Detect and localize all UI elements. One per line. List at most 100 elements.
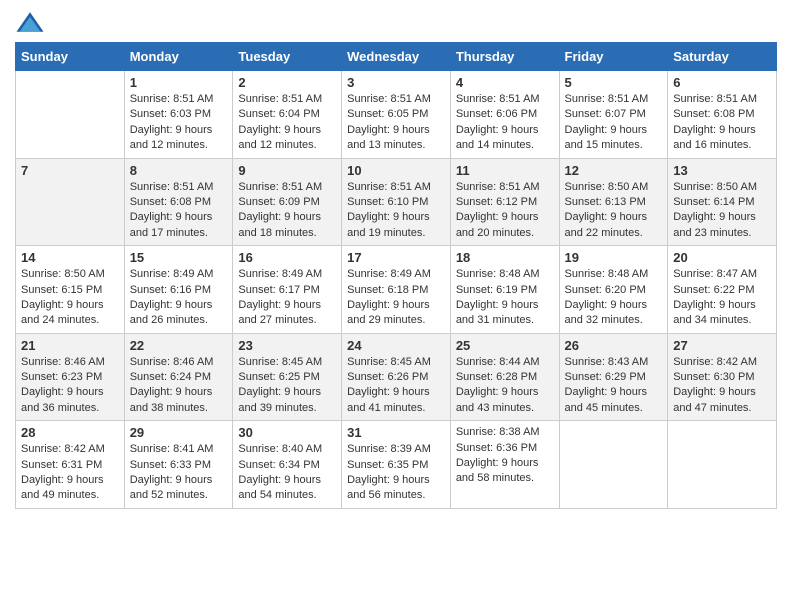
day-info: Sunrise: 8:51 AM Sunset: 6:08 PM Dayligh… (130, 180, 228, 242)
day-number: 4 (456, 75, 554, 90)
calendar-cell: 2 Sunrise: 8:51 AM Sunset: 6:04 PM Daylig… (233, 71, 342, 159)
day-info: Sunrise: 8:42 AM Sunset: 6:30 PM Dayligh… (673, 355, 771, 417)
day-number: 26 (565, 338, 663, 353)
day-number: 24 (347, 338, 445, 353)
day-number: 13 (673, 163, 771, 178)
calendar-cell: 31 Sunrise: 8:39 AM Sunset: 6:35 PM Dayli… (342, 421, 451, 509)
day-info: Sunrise: 8:41 AM Sunset: 6:33 PM Dayligh… (130, 442, 228, 504)
calendar-cell: 11 Sunrise: 8:51 AM Sunset: 6:12 PM Dayli… (450, 158, 559, 246)
day-number: 3 (347, 75, 445, 90)
day-info: Sunrise: 8:46 AM Sunset: 6:24 PM Dayligh… (130, 355, 228, 417)
calendar-cell: 3 Sunrise: 8:51 AM Sunset: 6:05 PM Daylig… (342, 71, 451, 159)
day-number: 10 (347, 163, 445, 178)
day-info: Sunrise: 8:51 AM Sunset: 6:10 PM Dayligh… (347, 180, 445, 242)
day-number: 25 (456, 338, 554, 353)
day-info: Sunrise: 8:50 AM Sunset: 6:13 PM Dayligh… (565, 180, 663, 242)
calendar-cell: 28Sunrise: 8:42 AM Sunset: 6:31 PM Dayli… (16, 421, 125, 509)
calendar-header-wednesday: Wednesday (342, 43, 451, 71)
day-info: Sunrise: 8:44 AM Sunset: 6:28 PM Dayligh… (456, 355, 554, 417)
day-info: Sunrise: 8:39 AM Sunset: 6:35 PM Dayligh… (347, 442, 445, 504)
calendar-cell: 5 Sunrise: 8:51 AM Sunset: 6:07 PM Daylig… (559, 71, 668, 159)
calendar-cell: 25 Sunrise: 8:44 AM Sunset: 6:28 PM Dayli… (450, 333, 559, 421)
day-number: 21 (21, 338, 119, 353)
calendar-header-row: SundayMondayTuesdayWednesdayThursdayFrid… (16, 43, 777, 71)
calendar-header-tuesday: Tuesday (233, 43, 342, 71)
calendar-cell: 15 Sunrise: 8:49 AM Sunset: 6:16 PM Dayli… (124, 246, 233, 334)
day-info: Sunrise: 8:51 AM Sunset: 6:03 PM Dayligh… (130, 92, 228, 154)
day-number: 11 (456, 163, 554, 178)
calendar-header-saturday: Saturday (668, 43, 777, 71)
calendar-week-row: 21 Sunrise: 8:46 AM Sunset: 6:23 PM Dayli… (16, 333, 777, 421)
calendar-cell: Sunrise: 8:38 AM Sunset: 6:36 PM Dayligh… (450, 421, 559, 509)
day-number: 2 (238, 75, 336, 90)
calendar-cell: 26 Sunrise: 8:43 AM Sunset: 6:29 PM Dayli… (559, 333, 668, 421)
calendar-cell: 23 Sunrise: 8:45 AM Sunset: 6:25 PM Dayli… (233, 333, 342, 421)
day-number: 27 (673, 338, 771, 353)
day-info: Sunrise: 8:51 AM Sunset: 6:12 PM Dayligh… (456, 180, 554, 242)
calendar-header-friday: Friday (559, 43, 668, 71)
calendar-cell: 18Sunrise: 8:48 AM Sunset: 6:19 PM Dayli… (450, 246, 559, 334)
day-number: 19 (565, 250, 663, 265)
day-number: 17 (347, 250, 445, 265)
day-info: Sunrise: 8:45 AM Sunset: 6:26 PM Dayligh… (347, 355, 445, 417)
day-info: Sunrise: 8:51 AM Sunset: 6:09 PM Dayligh… (238, 180, 336, 242)
calendar-cell (16, 71, 125, 159)
day-number: 6 (673, 75, 771, 90)
logo (15, 10, 49, 34)
day-number: 31 (347, 425, 445, 440)
day-info: Sunrise: 8:50 AM Sunset: 6:15 PM Dayligh… (21, 267, 119, 329)
day-info: Sunrise: 8:51 AM Sunset: 6:05 PM Dayligh… (347, 92, 445, 154)
day-info: Sunrise: 8:51 AM Sunset: 6:04 PM Dayligh… (238, 92, 336, 154)
day-number: 14 (21, 250, 119, 265)
calendar-cell: 8 Sunrise: 8:51 AM Sunset: 6:08 PM Daylig… (124, 158, 233, 246)
day-number: 7 (21, 163, 119, 178)
day-info: Sunrise: 8:38 AM Sunset: 6:36 PM Dayligh… (456, 425, 554, 487)
calendar-cell: 4 Sunrise: 8:51 AM Sunset: 6:06 PM Daylig… (450, 71, 559, 159)
calendar-cell: 7 (16, 158, 125, 246)
day-number: 30 (238, 425, 336, 440)
day-number: 9 (238, 163, 336, 178)
day-number: 5 (565, 75, 663, 90)
day-info: Sunrise: 8:49 AM Sunset: 6:16 PM Dayligh… (130, 267, 228, 329)
calendar-cell: 22Sunrise: 8:46 AM Sunset: 6:24 PM Dayli… (124, 333, 233, 421)
calendar-header-sunday: Sunday (16, 43, 125, 71)
calendar-cell: 17 Sunrise: 8:49 AM Sunset: 6:18 PM Dayli… (342, 246, 451, 334)
calendar-week-row: 14 Sunrise: 8:50 AM Sunset: 6:15 PM Dayli… (16, 246, 777, 334)
day-info: Sunrise: 8:43 AM Sunset: 6:29 PM Dayligh… (565, 355, 663, 417)
calendar-cell: 16Sunrise: 8:49 AM Sunset: 6:17 PM Dayli… (233, 246, 342, 334)
day-info: Sunrise: 8:47 AM Sunset: 6:22 PM Dayligh… (673, 267, 771, 329)
header (15, 10, 777, 34)
calendar-week-row: 28Sunrise: 8:42 AM Sunset: 6:31 PM Dayli… (16, 421, 777, 509)
calendar-cell: 14 Sunrise: 8:50 AM Sunset: 6:15 PM Dayli… (16, 246, 125, 334)
calendar-cell: 20 Sunrise: 8:47 AM Sunset: 6:22 PM Dayli… (668, 246, 777, 334)
generalblue-logo-icon (15, 10, 45, 34)
day-number: 1 (130, 75, 228, 90)
calendar-cell: 19 Sunrise: 8:48 AM Sunset: 6:20 PM Dayli… (559, 246, 668, 334)
calendar-cell: 27 Sunrise: 8:42 AM Sunset: 6:30 PM Dayli… (668, 333, 777, 421)
day-number: 20 (673, 250, 771, 265)
day-info: Sunrise: 8:51 AM Sunset: 6:06 PM Dayligh… (456, 92, 554, 154)
day-number: 23 (238, 338, 336, 353)
calendar-cell: 13 Sunrise: 8:50 AM Sunset: 6:14 PM Dayli… (668, 158, 777, 246)
day-number: 16 (238, 250, 336, 265)
day-number: 29 (130, 425, 228, 440)
calendar-table: SundayMondayTuesdayWednesdayThursdayFrid… (15, 42, 777, 509)
day-number: 15 (130, 250, 228, 265)
day-number: 8 (130, 163, 228, 178)
day-info: Sunrise: 8:45 AM Sunset: 6:25 PM Dayligh… (238, 355, 336, 417)
calendar-cell: 29 Sunrise: 8:41 AM Sunset: 6:33 PM Dayli… (124, 421, 233, 509)
calendar-header-monday: Monday (124, 43, 233, 71)
day-info: Sunrise: 8:51 AM Sunset: 6:08 PM Dayligh… (673, 92, 771, 154)
calendar-cell: 1 Sunrise: 8:51 AM Sunset: 6:03 PM Daylig… (124, 71, 233, 159)
calendar-cell: 30 Sunrise: 8:40 AM Sunset: 6:34 PM Dayli… (233, 421, 342, 509)
day-info: Sunrise: 8:40 AM Sunset: 6:34 PM Dayligh… (238, 442, 336, 504)
day-info: Sunrise: 8:46 AM Sunset: 6:23 PM Dayligh… (21, 355, 119, 417)
day-info: Sunrise: 8:50 AM Sunset: 6:14 PM Dayligh… (673, 180, 771, 242)
day-info: Sunrise: 8:49 AM Sunset: 6:18 PM Dayligh… (347, 267, 445, 329)
day-number: 18 (456, 250, 554, 265)
calendar-cell: 9 Sunrise: 8:51 AM Sunset: 6:09 PM Daylig… (233, 158, 342, 246)
day-info: Sunrise: 8:48 AM Sunset: 6:20 PM Dayligh… (565, 267, 663, 329)
calendar-cell: 24 Sunrise: 8:45 AM Sunset: 6:26 PM Dayli… (342, 333, 451, 421)
calendar-cell: 12Sunrise: 8:50 AM Sunset: 6:13 PM Dayli… (559, 158, 668, 246)
day-info: Sunrise: 8:51 AM Sunset: 6:07 PM Dayligh… (565, 92, 663, 154)
